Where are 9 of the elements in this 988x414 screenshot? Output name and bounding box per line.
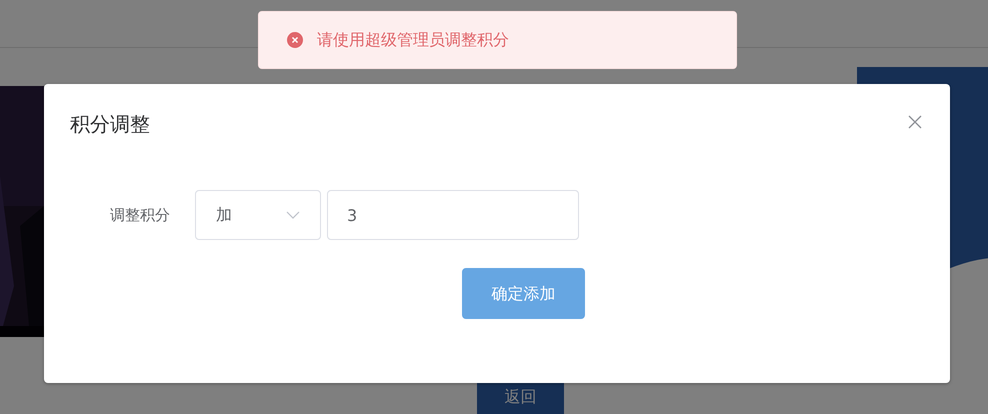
message-text: 请使用超级管理员调整积分 [317, 29, 509, 51]
amount-field[interactable]: 3 [327, 190, 579, 240]
chevron-icon [286, 211, 300, 219]
field-label: 调整积分 [110, 204, 171, 226]
operation-select[interactable]: 加 [195, 190, 321, 240]
back-button[interactable]: 返回 [477, 380, 564, 414]
error-icon [287, 32, 303, 48]
close-icon[interactable] [908, 115, 922, 129]
dialog-title: 积分调整 [70, 111, 150, 138]
